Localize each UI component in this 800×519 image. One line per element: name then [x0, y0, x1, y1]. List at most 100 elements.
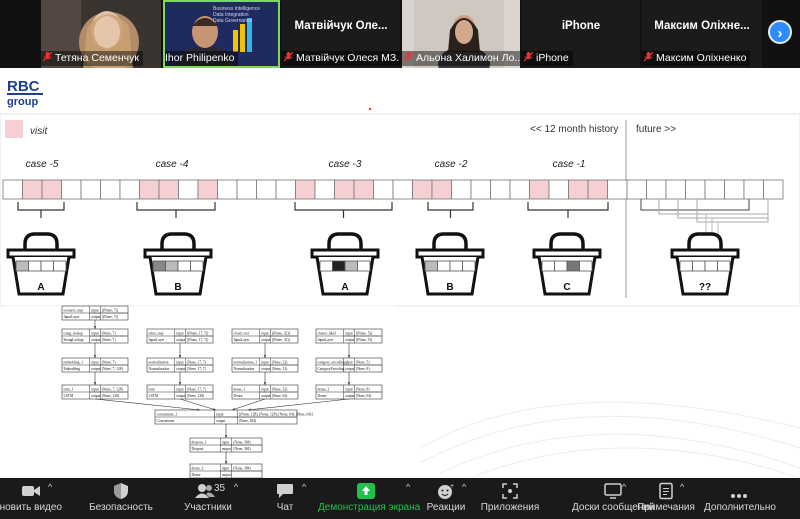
timeline-cell	[61, 179, 82, 200]
case-label: case -4	[156, 159, 189, 170]
basket-item	[344, 260, 358, 272]
case-label: case -5	[26, 159, 59, 170]
chat-icon	[277, 484, 293, 498]
svg-text:category_encoding_1: category_encoding_1	[318, 361, 349, 365]
model-node: concatenate_1Concatenateinputoutput[(Non…	[154, 409, 313, 425]
model-graph: scenario_stepInputLayerinputoutput[(None…	[5, 305, 395, 478]
svg-text:InputLayer: InputLayer	[149, 338, 166, 342]
timeline-cell	[724, 179, 745, 200]
basket-item	[437, 260, 451, 272]
svg-text:input: input	[261, 332, 268, 336]
basket-item	[717, 260, 731, 272]
basket-item	[332, 260, 346, 272]
basket-label: ??	[699, 282, 711, 293]
model-node: cloud_vectInputLayerinputoutput[(None, 3…	[231, 328, 299, 344]
basket-item	[15, 260, 29, 272]
reactions-button[interactable]: + ^ Реакции	[426, 478, 467, 519]
svg-text:dropout_1: dropout_1	[192, 441, 207, 445]
chevron-up-icon[interactable]: ^	[48, 482, 52, 492]
svg-text:output: output	[222, 473, 231, 477]
svg-text:input: input	[345, 388, 352, 392]
timeline-cell	[607, 179, 628, 200]
model-node: dense_3Denseinputoutput(None, 384)	[189, 463, 263, 478]
meeting-toolbar: ^ ановить видео Безопасность 35 ^ Участн…	[0, 478, 800, 519]
svg-text:output: output	[261, 338, 270, 342]
participant-tile[interactable]: Матвійчук Оле... Матвійчук Олеся МЗ...	[282, 0, 400, 68]
svg-text:output: output	[261, 394, 270, 398]
participant-tile[interactable]: Максим Оліхне... Максим Оліхненко	[642, 0, 762, 68]
svg-text:input: input	[91, 361, 98, 365]
share-screen-button[interactable]: ^ Демонстрация экрана	[318, 478, 420, 519]
svg-text:input: input	[216, 413, 223, 417]
apps-button[interactable]: Приложения	[480, 478, 540, 519]
participant-tile[interactable]: Альона Халимон Ло...	[402, 0, 520, 68]
model-node: lstm_1LSTMinputoutput(None, 7, 128)(None…	[61, 384, 129, 400]
basket-item	[566, 260, 580, 272]
participant-name: Ihor Philipenko	[165, 51, 239, 66]
timeline-cell	[139, 179, 160, 200]
timeline-cell	[490, 179, 511, 200]
participant-name: Тетяна Семенчук	[41, 51, 143, 66]
whiteboard-icon	[604, 483, 622, 499]
basket-label: B	[174, 282, 181, 293]
basket-item	[319, 260, 333, 272]
participant-name: iPhone	[522, 51, 573, 66]
chevron-up-icon[interactable]: ^	[462, 482, 466, 492]
basket-item	[554, 260, 568, 272]
chevron-up-icon[interactable]: ^	[680, 482, 684, 492]
svg-text:output: output	[261, 367, 270, 371]
chat-button[interactable]: ^ Чат	[268, 478, 307, 519]
svg-text:Dense: Dense	[234, 394, 243, 398]
participants-button[interactable]: 35 ^ Участники	[176, 478, 240, 519]
svg-text:Concatenate: Concatenate	[157, 419, 175, 423]
timeline-cell	[178, 179, 199, 200]
more-button[interactable]: Дополнительно	[704, 478, 776, 519]
participant-tile-active[interactable]: Business Intelligence Data Integration D…	[163, 0, 280, 68]
visit-legend-label: visit	[30, 126, 48, 137]
timeline-cell	[197, 179, 218, 200]
chevron-up-icon[interactable]: ^	[234, 482, 238, 492]
chevron-up-icon[interactable]: ^	[406, 482, 410, 492]
svg-text:input: input	[176, 332, 183, 336]
chevron-up-icon[interactable]: ^	[302, 482, 306, 492]
svg-text:output: output	[345, 338, 354, 342]
svg-text:output: output	[176, 338, 185, 342]
timeline-cell	[646, 179, 667, 200]
svg-text:input: input	[345, 332, 352, 336]
share-screen-icon	[357, 483, 375, 499]
security-button[interactable]: Безопасность	[88, 478, 154, 519]
timeline-cell	[314, 179, 335, 200]
svg-text:concatenate_1: concatenate_1	[157, 413, 178, 417]
model-node: normalizationNormalizationinputoutput(No…	[146, 357, 214, 373]
basket-item	[152, 260, 166, 272]
basket-item	[704, 260, 718, 272]
slide-canvas: RBC group visit << 12 month history futu…	[0, 78, 800, 478]
svg-text:cloud_vect: cloud_vect	[234, 332, 250, 336]
svg-text:InputLayer: InputLayer	[318, 338, 335, 342]
case-label: case -3	[329, 159, 362, 170]
basket-item	[165, 260, 179, 272]
basket-item	[692, 260, 706, 272]
timeline-cell	[509, 179, 530, 200]
next-page-button[interactable]: ›	[768, 20, 792, 44]
chevron-up-icon[interactable]: ^	[622, 482, 626, 492]
timeline-cell	[665, 179, 686, 200]
basket-item	[53, 260, 67, 272]
participant-tile[interactable]: Тетяна Семенчук	[41, 0, 161, 68]
svg-text:Dropout: Dropout	[192, 447, 204, 451]
svg-text:output: output	[91, 394, 100, 398]
participant-strip: Тетяна Семенчук Business Intelligence Da…	[0, 0, 800, 68]
svg-text:normalization: normalization	[149, 361, 169, 365]
notes-button[interactable]: ^ Примечания	[636, 478, 696, 519]
svg-text:categ_lookup: categ_lookup	[64, 332, 84, 336]
timeline-cell	[2, 179, 23, 200]
video-button[interactable]: ^ ановить видео	[0, 478, 62, 519]
svg-text:Dense: Dense	[318, 394, 327, 398]
video-camera-icon	[22, 486, 40, 496]
participant-display-name: Матвійчук Оле...	[294, 20, 388, 32]
svg-text:Dense: Dense	[192, 473, 201, 477]
participant-display-name: Максим Оліхне...	[654, 20, 750, 32]
basket-item	[541, 260, 555, 272]
participant-name: Матвійчук Олеся МЗ...	[282, 51, 400, 66]
participant-tile[interactable]: iPhone iPhone	[522, 0, 640, 68]
